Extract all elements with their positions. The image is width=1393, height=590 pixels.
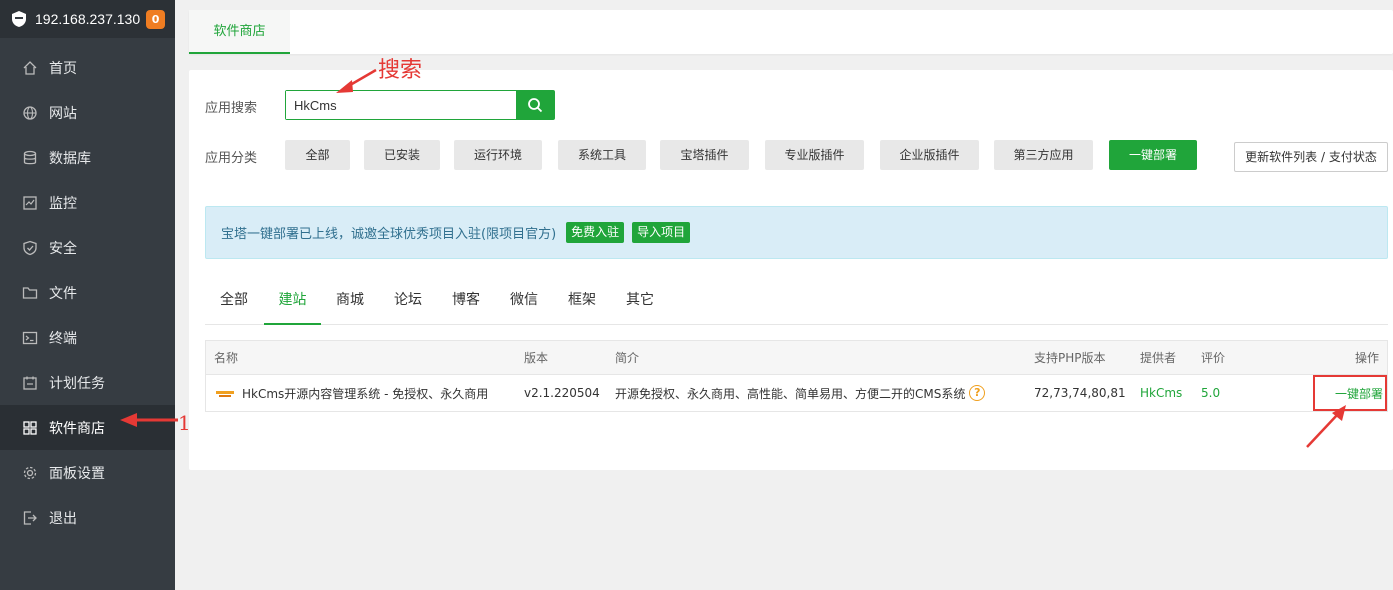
sidebar-item-cron[interactable]: 计划任务 bbox=[0, 360, 175, 405]
tab-software-store[interactable]: 软件商店 bbox=[189, 10, 290, 54]
app-php: 72,73,74,80,81 bbox=[1034, 386, 1126, 400]
notification-badge[interactable]: 0 bbox=[146, 9, 166, 29]
globe-icon bbox=[22, 105, 38, 121]
subtab-website[interactable]: 建站 bbox=[264, 285, 321, 325]
server-shield-icon bbox=[10, 10, 28, 28]
sidebar-item-label: 数据库 bbox=[49, 150, 91, 167]
sidebar-item-home[interactable]: 首页 bbox=[0, 45, 175, 90]
grid-icon bbox=[22, 420, 38, 436]
sidebar: 192.168.237.130 0 首页 网站 数据库 监控 安全 文件 终端 … bbox=[0, 0, 175, 590]
import-project-button[interactable]: 导入项目 bbox=[632, 222, 691, 243]
sidebar-item-label: 网站 bbox=[49, 105, 77, 122]
subtab-all[interactable]: 全部 bbox=[220, 285, 248, 325]
category-system-tools[interactable]: 系统工具 bbox=[558, 140, 646, 170]
subtab-framework[interactable]: 框架 bbox=[568, 285, 596, 325]
deploy-notice: 宝塔一键部署已上线，诚邀全球优秀项目入驻(限项目官方) 免费入驻 导入项目 bbox=[205, 206, 1388, 259]
app-provider[interactable]: HkCms bbox=[1140, 375, 1182, 411]
sidebar-item-website[interactable]: 网站 bbox=[0, 90, 175, 135]
app-rating: 5.0 bbox=[1201, 386, 1221, 400]
subtab-other[interactable]: 其它 bbox=[626, 285, 654, 325]
help-icon[interactable]: ? bbox=[969, 385, 986, 401]
category-installed[interactable]: 已安装 bbox=[364, 140, 440, 170]
logout-icon bbox=[22, 510, 38, 526]
database-icon bbox=[22, 150, 38, 166]
server-ip: 192.168.237.130 bbox=[35, 11, 141, 27]
app-table: 名称 版本 简介 支持PHP版本 提供者 评价 操作 HkCms开源内容管理系统… bbox=[205, 340, 1388, 412]
sidebar-item-label: 计划任务 bbox=[49, 375, 105, 392]
subtab-wechat[interactable]: 微信 bbox=[510, 285, 538, 325]
app-desc-cell: 开源免授权、永久商用、高性能、简单易用、方便二开的CMS系统 ? bbox=[615, 375, 986, 411]
app-name: HkCms开源内容管理系统 - 免授权、永久商用 bbox=[242, 386, 489, 401]
home-icon bbox=[22, 60, 38, 76]
col-name: 名称 bbox=[214, 351, 239, 365]
sidebar-item-label: 文件 bbox=[49, 285, 77, 302]
category-bt-plugins[interactable]: 宝塔插件 bbox=[660, 140, 749, 170]
sidebar-item-label: 首页 bbox=[49, 60, 77, 77]
terminal-icon bbox=[22, 330, 38, 346]
col-provider: 提供者 bbox=[1140, 351, 1177, 365]
free-join-button[interactable]: 免费入驻 bbox=[566, 222, 625, 243]
category-label: 应用分类 bbox=[205, 151, 258, 166]
search-button[interactable] bbox=[516, 91, 554, 119]
col-php: 支持PHP版本 bbox=[1034, 351, 1106, 365]
search-label: 应用搜索 bbox=[205, 101, 258, 116]
category-all[interactable]: 全部 bbox=[285, 140, 350, 170]
search-box bbox=[285, 90, 555, 120]
sidebar-item-label: 终端 bbox=[49, 330, 77, 347]
sidebar-item-label: 安全 bbox=[49, 240, 77, 257]
table-row: HkCms开源内容管理系统 - 免授权、永久商用 v2.1.220504 开源免… bbox=[206, 375, 1387, 411]
col-version: 版本 bbox=[524, 351, 549, 365]
sidebar-item-label: 退出 bbox=[49, 510, 77, 527]
notice-text: 宝塔一键部署已上线，诚邀全球优秀项目入驻(限项目官方) bbox=[221, 227, 557, 242]
server-header: 192.168.237.130 0 bbox=[0, 0, 175, 38]
hkcms-logo-icon bbox=[216, 388, 234, 398]
search-icon bbox=[528, 98, 543, 113]
col-action: 操作 bbox=[1354, 351, 1379, 365]
top-tab-bar: 软件商店 bbox=[189, 10, 1393, 54]
col-desc: 简介 bbox=[615, 351, 640, 365]
sidebar-item-label: 面板设置 bbox=[49, 465, 105, 482]
sidebar-item-label: 软件商店 bbox=[49, 420, 105, 437]
calendar-icon bbox=[22, 375, 38, 391]
software-store-panel: 应用搜索 应用分类 全部 已安装 运行环境 系统工具 宝塔插件 专业版插件 企业… bbox=[189, 70, 1393, 470]
app-version: v2.1.220504 bbox=[524, 386, 600, 400]
sidebar-item-files[interactable]: 文件 bbox=[0, 270, 175, 315]
category-runtime[interactable]: 运行环境 bbox=[454, 140, 542, 170]
subtab-forum[interactable]: 论坛 bbox=[394, 285, 422, 325]
search-input[interactable] bbox=[286, 91, 516, 119]
sidebar-item-monitor[interactable]: 监控 bbox=[0, 180, 175, 225]
annotation-search-label: 搜索 bbox=[378, 58, 423, 83]
sidebar-menu: 首页 网站 数据库 监控 安全 文件 终端 计划任务 软件商店 面板设置 退出 bbox=[0, 45, 175, 540]
category-enterprise-plugins[interactable]: 企业版插件 bbox=[880, 140, 979, 170]
folder-icon bbox=[22, 285, 38, 301]
subtab-blog[interactable]: 博客 bbox=[452, 285, 480, 325]
gear-icon bbox=[22, 465, 38, 481]
monitor-icon bbox=[22, 195, 38, 211]
col-rating: 评价 bbox=[1201, 351, 1226, 365]
app-desc: 开源免授权、永久商用、高性能、简单易用、方便二开的CMS系统 bbox=[615, 386, 966, 401]
category-one-click-deploy[interactable]: 一键部署 bbox=[1109, 140, 1197, 170]
sidebar-item-database[interactable]: 数据库 bbox=[0, 135, 175, 180]
deploy-subtabs: 全部 建站 商城 论坛 博客 微信 框架 其它 bbox=[205, 285, 1388, 325]
sidebar-item-label: 监控 bbox=[49, 195, 77, 212]
sidebar-item-panel-settings[interactable]: 面板设置 bbox=[0, 450, 175, 495]
shield-icon bbox=[22, 240, 38, 256]
category-third-party[interactable]: 第三方应用 bbox=[994, 140, 1093, 170]
app-name-cell: HkCms开源内容管理系统 - 免授权、永久商用 bbox=[216, 375, 488, 411]
annotation-step-number: 1 bbox=[178, 411, 191, 435]
table-header: 名称 版本 简介 支持PHP版本 提供者 评价 操作 bbox=[206, 341, 1387, 375]
sidebar-item-terminal[interactable]: 终端 bbox=[0, 315, 175, 360]
sidebar-item-logout[interactable]: 退出 bbox=[0, 495, 175, 540]
category-pro-plugins[interactable]: 专业版插件 bbox=[765, 140, 864, 170]
subtab-mall[interactable]: 商城 bbox=[336, 285, 364, 325]
sidebar-item-software-store[interactable]: 软件商店 bbox=[0, 405, 175, 450]
refresh-software-list-button[interactable]: 更新软件列表 / 支付状态 bbox=[1234, 142, 1388, 172]
one-click-deploy-link[interactable]: 一键部署 bbox=[1313, 375, 1387, 411]
sidebar-item-security[interactable]: 安全 bbox=[0, 225, 175, 270]
